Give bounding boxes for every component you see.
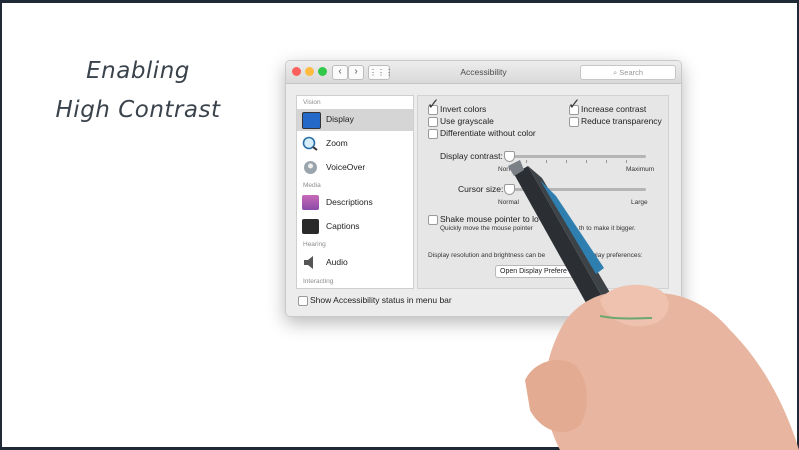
hand-with-stylus [508,160,799,450]
hand-icon [525,284,799,450]
